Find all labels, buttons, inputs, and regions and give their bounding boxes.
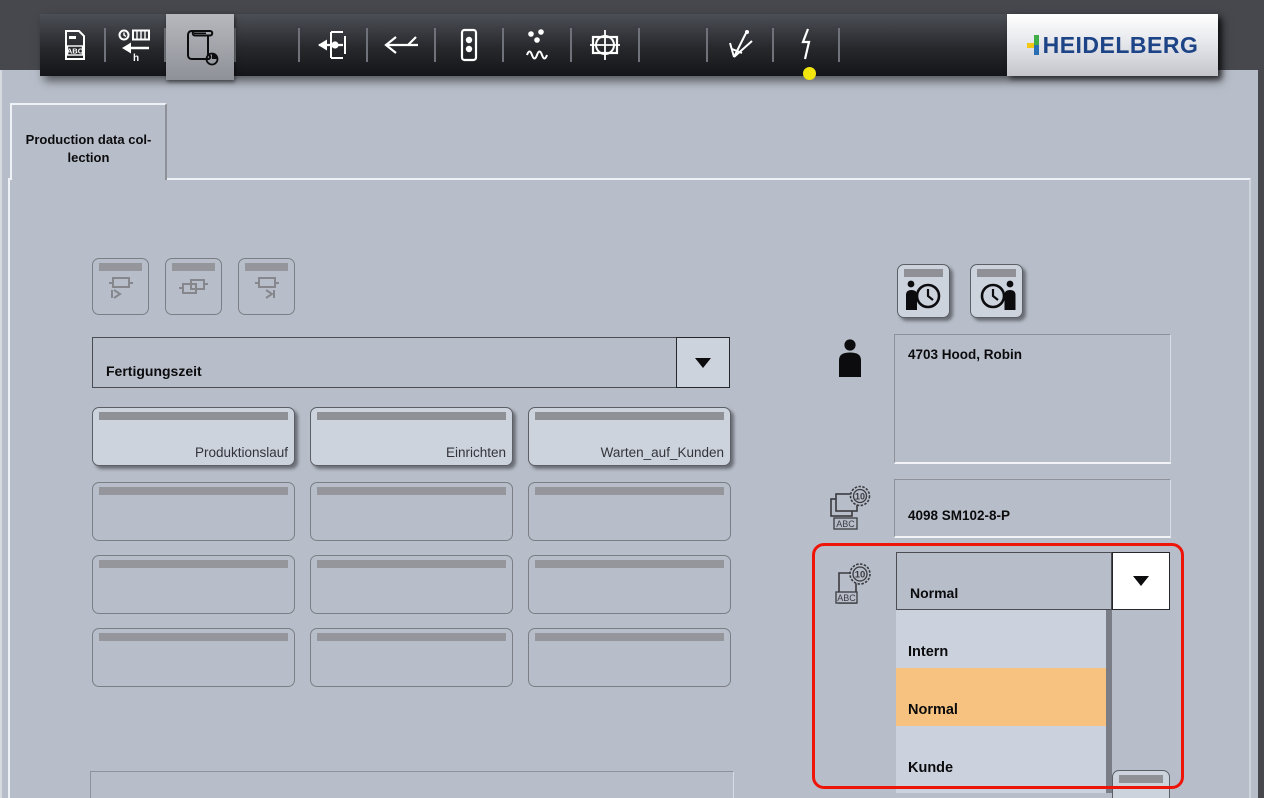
sheet-infeed-icon (315, 28, 351, 62)
svg-text:ABC: ABC (67, 47, 84, 56)
production-data-collection-icon (180, 27, 220, 67)
category-button-label: Warten_auf_Kunden (601, 445, 724, 460)
toolbar-slot-empty-1 (236, 14, 298, 76)
toolbar-button-sheet-infeed[interactable] (300, 14, 366, 76)
empty-category-button (528, 628, 731, 687)
machine-icon: 10 ABC (827, 484, 873, 535)
time-type-value: Fertigungszeit (106, 363, 202, 379)
toolbar-button-counter[interactable]: h (106, 14, 164, 76)
fault-lightning-icon (795, 27, 817, 63)
empty-category-button (310, 482, 513, 541)
job-start-button[interactable] (92, 258, 149, 315)
chevron-down-icon (695, 358, 711, 368)
empty-category-button (92, 482, 295, 541)
empty-category-button (92, 628, 295, 687)
time-type-combobox[interactable]: Fertigungszeit (92, 337, 677, 388)
empty-category-button (310, 628, 513, 687)
machine-category-icon: 10 ABC (834, 560, 874, 613)
empty-category-button (310, 555, 513, 614)
dropdown-option-label: Normal (908, 702, 958, 718)
printing-unit-icon (454, 27, 484, 63)
dropdown-option-intern[interactable]: Intern (896, 610, 1106, 668)
counter-clock-icon: h (117, 27, 153, 63)
toolbar-button-arrow-left[interactable] (368, 14, 434, 76)
category-button-produktionslauf[interactable]: Produktionslauf (92, 407, 295, 466)
machine-field: 4098 SM102-8-P (894, 479, 1171, 538)
powder-spray-icon (519, 28, 555, 62)
svg-text:ABC: ABC (836, 519, 855, 529)
clock-in-icon (904, 278, 944, 312)
machine-name: 4098 SM102-8-P (908, 508, 1010, 523)
svg-text:ABC: ABC (837, 593, 856, 603)
toolbar-button-washup[interactable] (708, 14, 772, 76)
operator-field: 4703 Hood, Robin (894, 334, 1171, 464)
washup-spray-icon (722, 27, 758, 63)
clock-in-button[interactable] (897, 264, 950, 318)
empty-category-button (92, 555, 295, 614)
machine-category-combobox[interactable]: Normal (896, 552, 1112, 610)
toolbar-slot-empty-2 (640, 14, 706, 76)
job-end-button[interactable] (238, 258, 295, 315)
tab-production-data-collection[interactable]: Production data col- lection (10, 103, 167, 180)
chevron-down-icon (1133, 576, 1149, 586)
clock-out-icon (977, 278, 1017, 312)
dropdown-option-kunde[interactable]: Kunde (896, 726, 1106, 788)
arrow-left-icon (382, 32, 420, 58)
category-button-label: Einrichten (446, 445, 506, 460)
dropdown-option-normal-highlighted[interactable]: Normal (896, 668, 1106, 726)
status-indicator-dot (803, 67, 816, 80)
clock-out-button[interactable] (970, 264, 1023, 318)
svg-text:10: 10 (855, 570, 866, 581)
toolbar-button-plate-id[interactable]: ABC (46, 14, 104, 76)
heidelberg-logo-mark-icon (1027, 33, 1040, 57)
partial-button (1112, 770, 1170, 798)
svg-text:h: h (133, 53, 139, 63)
toolbar-button-powder-spray[interactable] (504, 14, 570, 76)
job-start-icon (104, 272, 138, 302)
plate-id-abc-icon: ABC (58, 28, 92, 62)
machine-category-value: Normal (910, 585, 958, 601)
main-toolbar: ABC h (40, 14, 1218, 76)
dropdown-option-label: Intern (908, 644, 948, 660)
operator-icon (836, 339, 864, 382)
job-change-icon (177, 272, 211, 302)
dropdown-option-label: Kunde (908, 760, 953, 776)
category-button-warten-auf-kunden[interactable]: Warten_auf_Kunden (528, 407, 731, 466)
machine-category-dropdown-button[interactable] (1112, 552, 1170, 610)
time-type-dropdown-button[interactable] (676, 337, 730, 388)
toolbar-button-register[interactable] (572, 14, 638, 76)
job-end-icon (250, 272, 284, 302)
application-window: Production data col- lection ABC h (0, 0, 1264, 798)
remarks-field (90, 771, 734, 798)
toolbar-button-production-data-collection[interactable] (166, 14, 234, 80)
job-change-button[interactable] (165, 258, 222, 315)
svg-text:10: 10 (855, 492, 865, 502)
heidelberg-logo-text: HEIDELBERG (1043, 32, 1199, 59)
machine-category-dropdown-list: Intern Normal Kunde (896, 610, 1112, 793)
category-button-einrichten[interactable]: Einrichten (310, 407, 513, 466)
register-crosshair-icon (586, 28, 624, 62)
empty-category-button (528, 482, 731, 541)
heidelberg-logo-panel: HEIDELBERG (1007, 14, 1218, 76)
operator-name: 4703 Hood, Robin (908, 347, 1022, 362)
category-button-label: Produktionslauf (195, 445, 288, 460)
toolbar-button-printing-unit[interactable] (436, 14, 502, 76)
empty-category-button (528, 555, 731, 614)
